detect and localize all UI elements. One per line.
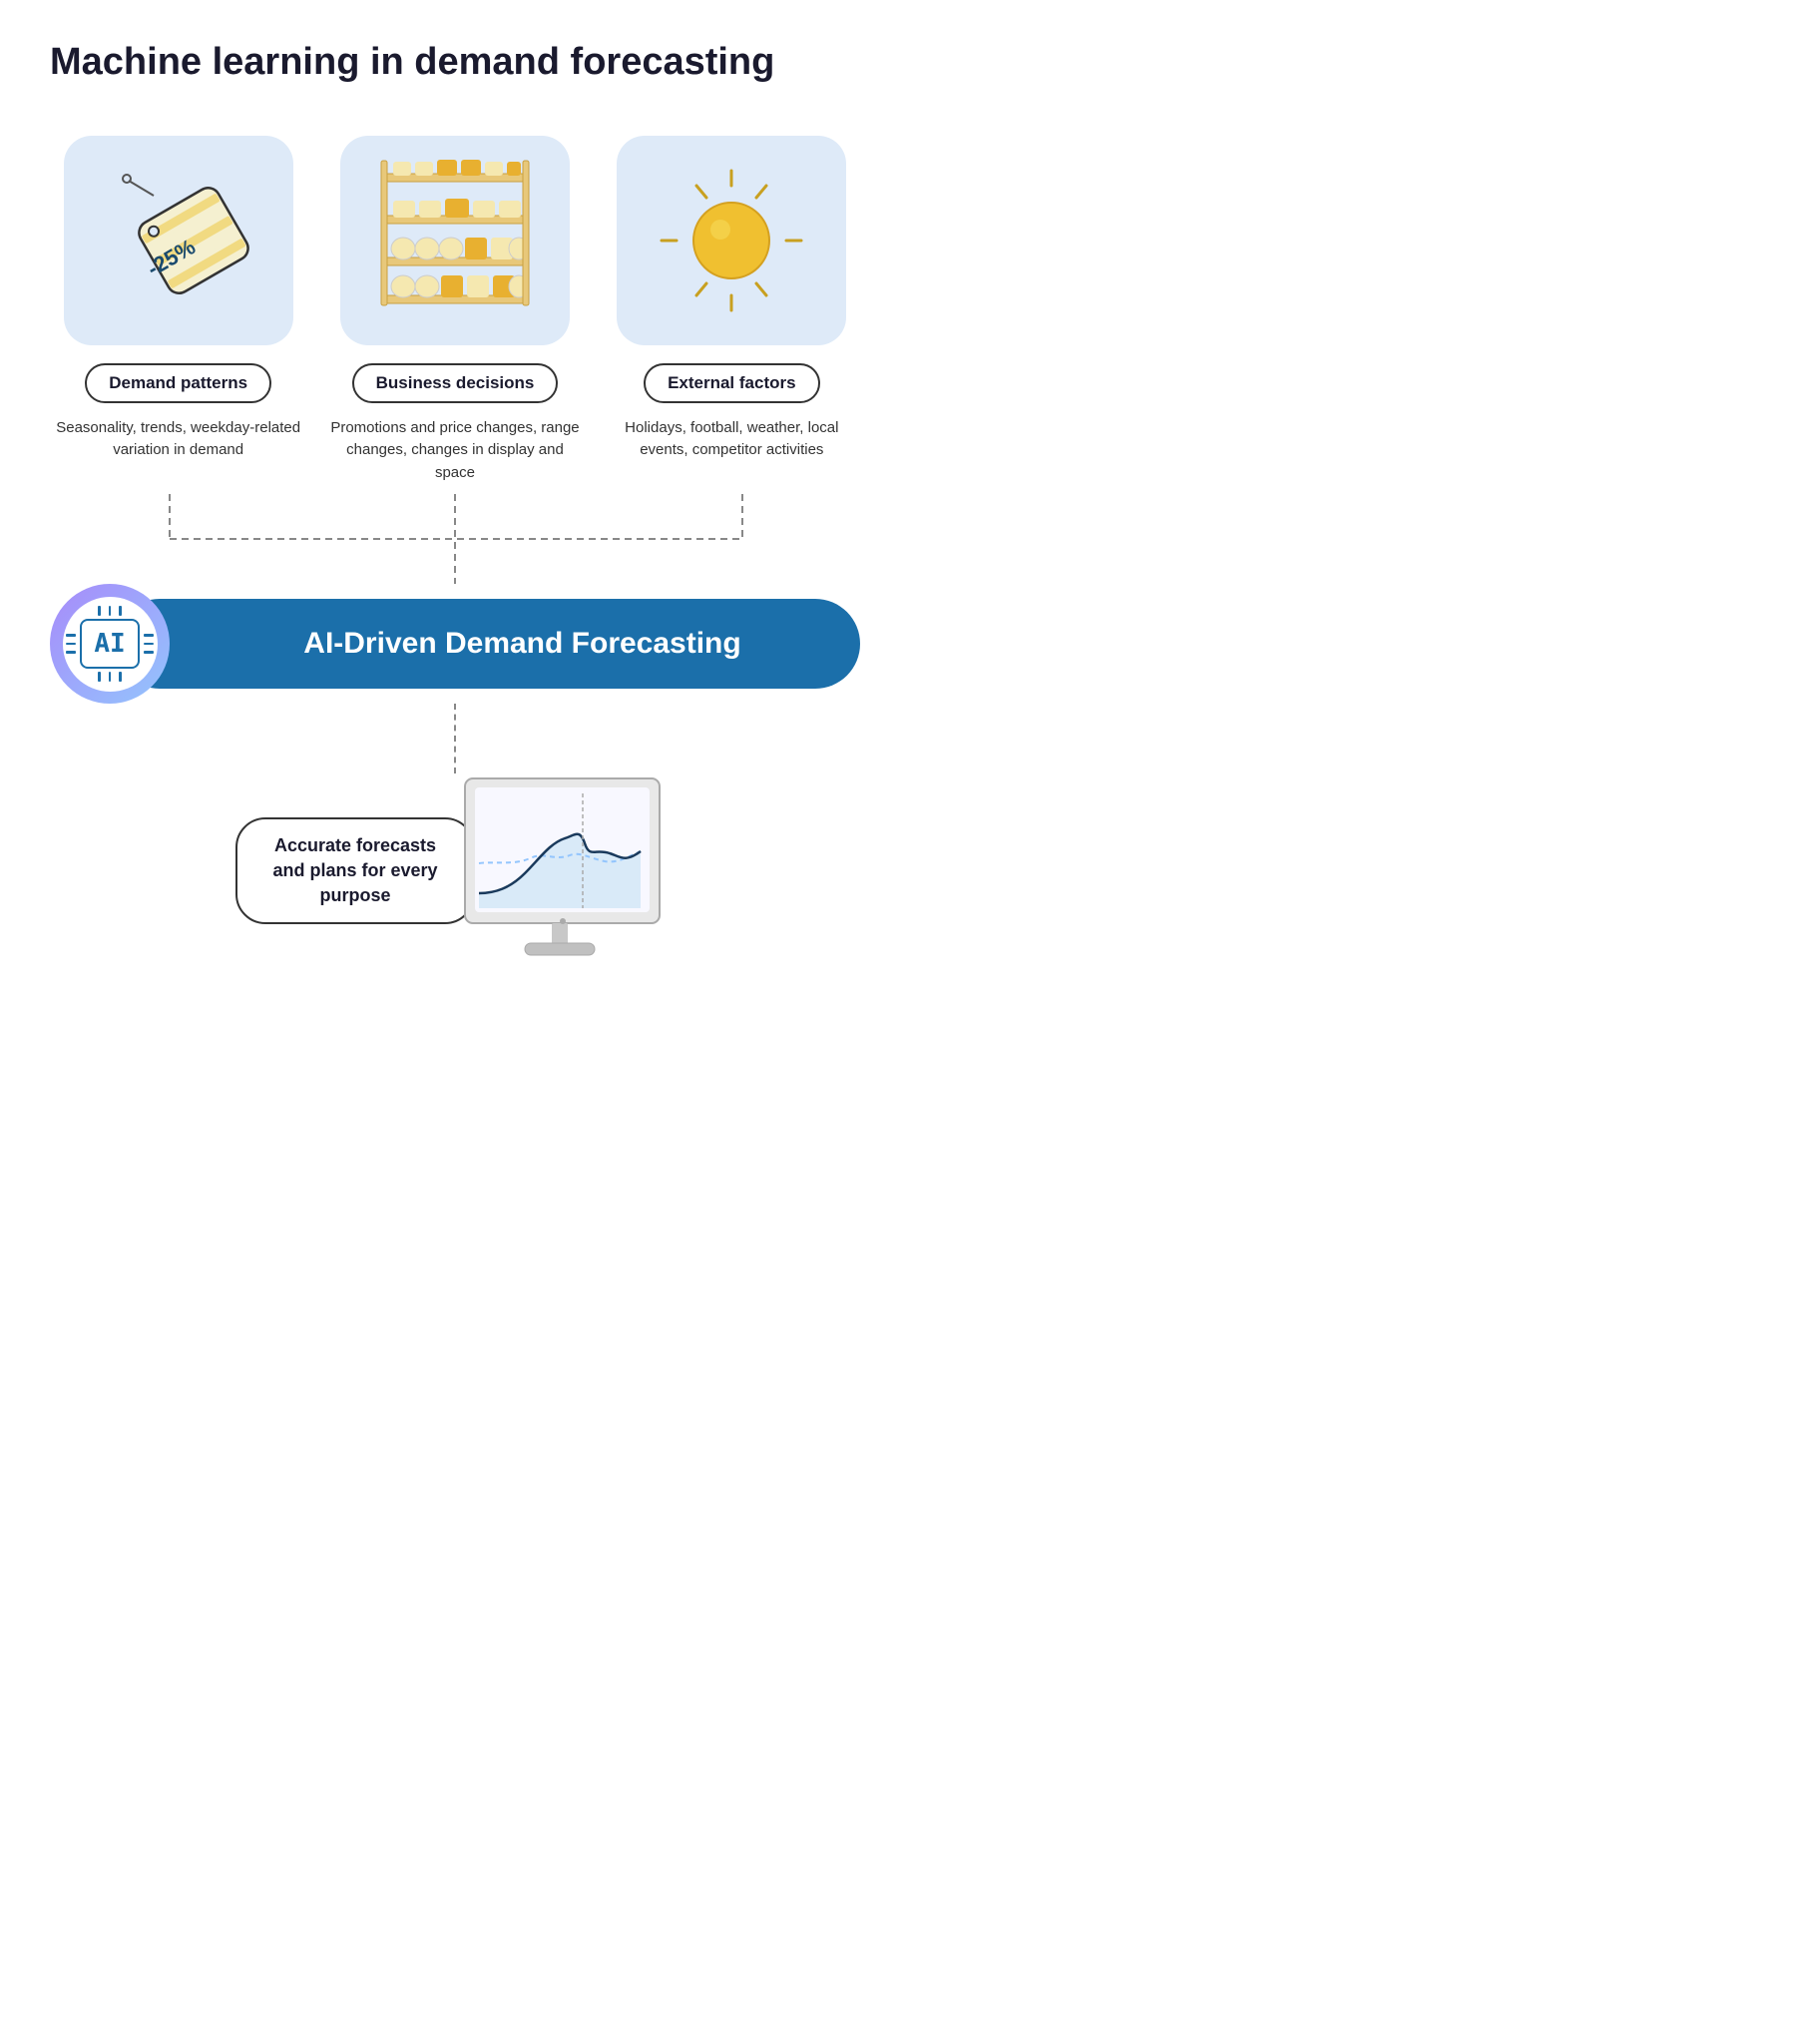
business-decisions-icon-box bbox=[340, 136, 570, 345]
chip-pin bbox=[66, 634, 76, 637]
business-decisions-desc: Promotions and price changes, range chan… bbox=[326, 417, 583, 485]
business-decisions-card: Business decisions Promotions and price … bbox=[326, 136, 583, 485]
chip-pin bbox=[119, 606, 122, 616]
ai-banner-label: AI-Driven Demand Forecasting bbox=[303, 627, 740, 661]
ai-banner-section: AI AI-Driven Demand Forecasting bbox=[50, 584, 860, 704]
page-title: Machine learning in demand forecasting bbox=[50, 40, 860, 86]
monitor-svg bbox=[455, 773, 675, 963]
price-tag-icon: -25% bbox=[94, 156, 263, 325]
ai-circle-inner: AI bbox=[63, 597, 158, 692]
ai-banner: AI-Driven Demand Forecasting bbox=[115, 599, 860, 689]
external-factors-desc: Holidays, football, weather, local event… bbox=[604, 417, 860, 462]
chip-pin bbox=[144, 643, 154, 646]
sun-icon bbox=[647, 156, 816, 325]
demand-patterns-card: -25% Demand patterns Seasonality, trends… bbox=[50, 136, 306, 485]
external-factors-card: External factors Holidays, football, wea… bbox=[604, 136, 860, 485]
chip-pin bbox=[109, 672, 112, 682]
cards-row: -25% Demand patterns Seasonality, trends… bbox=[50, 136, 860, 485]
chip-pin bbox=[109, 606, 112, 616]
chip-pin bbox=[66, 643, 76, 646]
ai-circle: AI bbox=[50, 584, 170, 704]
output-row: Accurate forecasts and plans for every p… bbox=[235, 773, 675, 968]
chip-pin bbox=[144, 651, 154, 654]
demand-patterns-icon-box: -25% bbox=[64, 136, 293, 345]
shelf-icon bbox=[365, 156, 545, 325]
ai-chip-label: AI bbox=[94, 629, 125, 659]
business-decisions-label: Business decisions bbox=[352, 363, 559, 403]
demand-patterns-desc: Seasonality, trends, weekday-related var… bbox=[50, 417, 306, 462]
ai-chip-icon: AI bbox=[66, 606, 153, 682]
demand-patterns-label: Demand patterns bbox=[85, 363, 271, 403]
external-factors-icon-box bbox=[617, 136, 846, 345]
chip-pin bbox=[119, 672, 122, 682]
chip-pin bbox=[144, 634, 154, 637]
bottom-section: Accurate forecasts and plans for every p… bbox=[50, 704, 860, 968]
chip-pin bbox=[98, 672, 101, 682]
dashed-lines-svg bbox=[50, 494, 860, 584]
chip-pins-bottom bbox=[98, 672, 122, 682]
external-factors-label: External factors bbox=[644, 363, 820, 403]
chip-pin bbox=[98, 606, 101, 616]
chip-pins-top bbox=[98, 606, 122, 616]
ai-chip-frame: AI bbox=[80, 619, 139, 669]
chip-pin bbox=[66, 651, 76, 654]
output-label: Accurate forecasts and plans for every p… bbox=[235, 817, 475, 925]
dashed-lines-section bbox=[50, 494, 860, 584]
bottom-dashed-line bbox=[454, 704, 456, 773]
monitor-icon bbox=[455, 773, 675, 968]
